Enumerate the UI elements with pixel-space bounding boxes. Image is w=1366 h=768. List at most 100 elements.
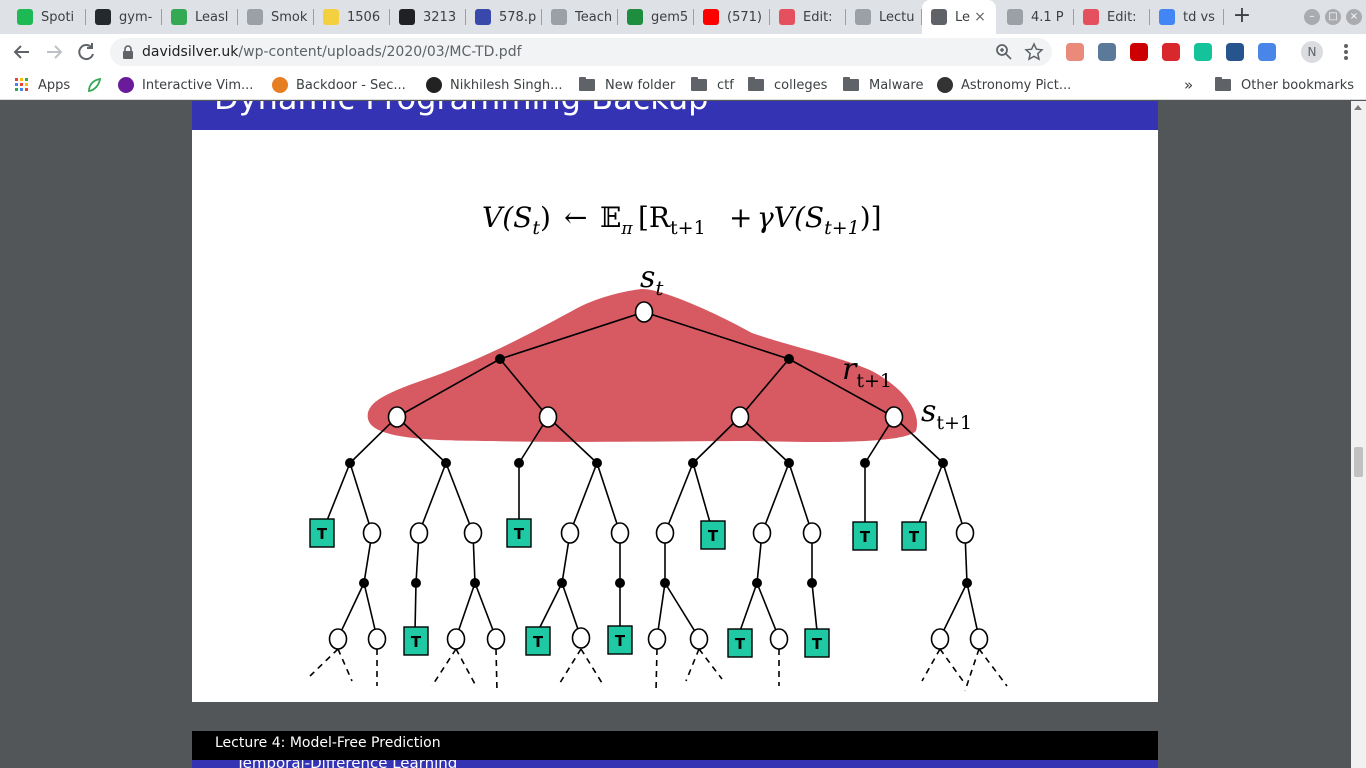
tab-9[interactable]: (571)	[694, 0, 770, 34]
forward-button[interactable]	[42, 40, 66, 64]
action-node	[860, 458, 870, 468]
state-node	[367, 628, 387, 650]
tab-12[interactable]: Le ×	[922, 0, 996, 34]
globe-icon	[247, 9, 263, 25]
tab-0[interactable]: Spoti	[8, 0, 86, 34]
tab-7[interactable]: Teach	[542, 0, 618, 34]
tab-2[interactable]: Leasl	[162, 0, 238, 34]
eq-plus: +	[729, 201, 752, 234]
minimize-button[interactable]: –	[1304, 9, 1320, 25]
folder-icon	[691, 77, 707, 91]
bookmark-4[interactable]: Nikhilesh Singh...	[426, 70, 562, 100]
back-button[interactable]	[10, 40, 34, 64]
terminal-label: T	[533, 633, 544, 651]
tab-4[interactable]: 1506	[314, 0, 390, 34]
pdf-page: Dynamic Programming Backup V(St) ← 𝔼π [R…	[192, 101, 1158, 702]
tab-3[interactable]: Smok	[238, 0, 314, 34]
label-st: s	[640, 260, 655, 295]
bookmark-6[interactable]: ctf	[691, 70, 734, 100]
tab-11[interactable]: Lectu	[846, 0, 922, 34]
chrome-menu-button[interactable]	[1336, 40, 1356, 64]
other-bookmarks-label: Other bookmarks	[1241, 77, 1355, 93]
bookmark-label: colleges	[774, 77, 828, 93]
tab-1[interactable]: gym-	[86, 0, 162, 34]
bookmark-0[interactable]: Apps	[14, 70, 70, 100]
pdf-viewer[interactable]: Dynamic Programming Backup V(St) ← 𝔼π [R…	[0, 101, 1366, 768]
eq-reward: [R	[638, 201, 671, 234]
action-node	[807, 578, 817, 588]
leaf-icon	[171, 9, 187, 25]
close-window-button[interactable]: ×	[1346, 9, 1362, 25]
zoom-button[interactable]	[994, 42, 1014, 62]
scroll-up-arrow-icon[interactable]	[1354, 105, 1362, 110]
bookmark-1[interactable]	[86, 70, 110, 100]
tab-title: Leasl	[195, 9, 229, 25]
profile-avatar[interactable]: N	[1301, 41, 1323, 63]
bookmark-label: ctf	[717, 77, 734, 93]
kebab-menu-icon	[1344, 44, 1348, 60]
tab-title: Smok	[271, 9, 308, 25]
svg-text:st+1: st+1	[921, 394, 972, 434]
tab-8[interactable]: gem5	[618, 0, 694, 34]
reload-button[interactable]	[74, 40, 98, 64]
bookmarks-overflow-button[interactable]: »	[1184, 70, 1193, 100]
bookmark-label: Nikhilesh Singh...	[450, 77, 563, 93]
reader-icon[interactable]	[1258, 43, 1276, 61]
state-node	[655, 522, 675, 544]
eye-icon[interactable]	[1226, 43, 1244, 61]
bookmark-7[interactable]: colleges	[748, 70, 827, 100]
tab-10[interactable]: Edit:	[770, 0, 846, 34]
bookmark-star-button[interactable]	[1024, 42, 1044, 62]
tab-title: 1506	[347, 9, 381, 25]
bookmark-label: Apps	[38, 77, 71, 93]
state-node	[446, 628, 466, 650]
terminal-label: T	[909, 528, 920, 546]
tab-title: gem5	[651, 9, 689, 25]
bellman-equation: V(St) ← 𝔼π [Rt+1 + γV(St+1)]	[482, 201, 882, 239]
bookmark-9[interactable]: Astronomy Pict...	[937, 70, 1071, 100]
state-node	[409, 522, 429, 544]
bookmark-8[interactable]: Malware	[843, 70, 923, 100]
app-icon[interactable]	[1098, 43, 1116, 61]
tab-15[interactable]: td vs	[1150, 0, 1224, 34]
folder-icon	[843, 77, 859, 91]
bookmark-label: Backdoor - Sec...	[296, 77, 406, 93]
mega-icon[interactable]	[1162, 43, 1180, 61]
leaf-icon	[88, 77, 102, 93]
tab-14[interactable]: Edit:	[1074, 0, 1150, 34]
bookmark-5[interactable]: New folder	[579, 70, 675, 100]
eq-gamma: γV(S	[757, 201, 824, 234]
action-node	[938, 458, 948, 468]
action-node	[557, 578, 567, 588]
tab-13[interactable]: 4.1 P	[998, 0, 1074, 34]
tab-title: gym-	[119, 9, 153, 25]
maximize-button[interactable]: □	[1325, 9, 1341, 25]
other-bookmarks[interactable]: Other bookmarks	[1215, 70, 1354, 100]
action-node	[592, 458, 602, 468]
blocker-icon[interactable]	[1066, 43, 1084, 61]
tab-5[interactable]: 3213	[390, 0, 466, 34]
tab-title: 4.1 P	[1031, 9, 1064, 25]
eq-reward-sub: t+1	[670, 217, 706, 239]
bookmark-3[interactable]: Backdoor - Sec...	[272, 70, 406, 100]
tab-close-icon[interactable]: ×	[972, 9, 988, 25]
scrollbar-thumb[interactable]	[1354, 447, 1363, 477]
google-icon	[1159, 9, 1175, 25]
svg-text:rt+1: rt+1	[842, 352, 892, 392]
vertical-scrollbar[interactable]	[1351, 101, 1366, 768]
terminal-label: T	[317, 525, 328, 543]
action-node	[660, 578, 670, 588]
zoom-icon	[996, 44, 1012, 60]
tab-6[interactable]: 578.p	[466, 0, 542, 34]
state-node	[884, 406, 904, 428]
action-node	[688, 458, 698, 468]
address-bar[interactable]: davidsilver.uk/wp-content/uploads/2020/0…	[110, 38, 1052, 66]
grammarly-icon[interactable]	[1194, 43, 1212, 61]
youtube-ext-icon[interactable]	[1130, 43, 1148, 61]
s-icon	[1083, 9, 1099, 25]
action-node	[345, 458, 355, 468]
bookmark-2[interactable]: Interactive Vim...	[118, 70, 253, 100]
new-tab-button[interactable]: +	[1230, 4, 1254, 28]
tab-title: (571)	[727, 9, 762, 25]
svg-text:𝔼π: 𝔼π	[600, 201, 633, 239]
